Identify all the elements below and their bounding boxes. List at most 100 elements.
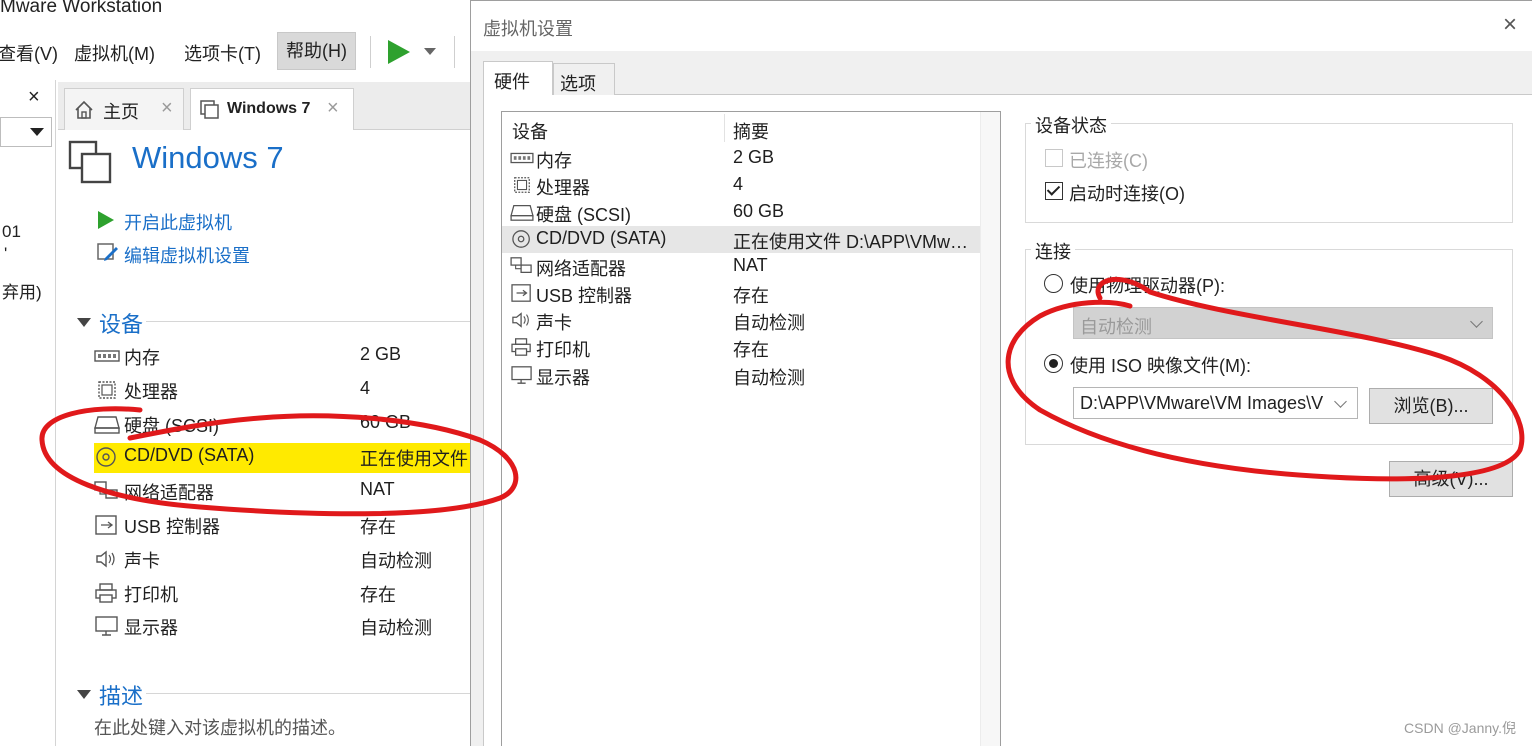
column-divider[interactable] (724, 114, 725, 142)
devices-heading[interactable]: 设备 (99, 307, 143, 339)
chevron-down-icon (1470, 315, 1483, 328)
power-on-icon[interactable] (98, 211, 114, 229)
advanced-button[interactable]: 高级(V)... (1389, 461, 1513, 497)
close-icon[interactable]: × (1503, 11, 1517, 39)
device-summary: 4 (360, 378, 371, 398)
device-row[interactable]: 网络适配器 NAT (94, 477, 472, 507)
vm-settings-dialog: 虚拟机设置 × 硬件 选项 设备 摘要 内存 2 GB 处理器 4 硬盘 (SC… (470, 0, 1532, 746)
connected-label: 已连接(C) (1069, 151, 1148, 171)
connect-at-power-on-label: 启动时连接(O) (1069, 184, 1185, 204)
menu-view[interactable]: 查看(V) (0, 40, 58, 66)
collapse-arrow-icon[interactable] (77, 318, 91, 327)
chevron-down-icon[interactable] (30, 128, 44, 136)
library-close-icon[interactable]: × (28, 86, 40, 109)
chevron-down-icon[interactable] (1334, 395, 1347, 408)
device-status-title: 设备状态 (1031, 112, 1111, 138)
vm-title: Windows 7 (132, 140, 284, 175)
hardware-summary: 2 GB (733, 147, 775, 167)
device-name: CD/DVD (SATA) (124, 445, 255, 465)
connected-checkbox[interactable] (1045, 149, 1063, 167)
column-header-device[interactable]: 设备 (512, 118, 548, 144)
library-item-fragment[interactable]: ' (4, 244, 7, 264)
section-divider (146, 321, 472, 322)
device-row[interactable]: 内存 2 GB (94, 342, 472, 372)
close-icon[interactable]: × (161, 97, 173, 120)
display-icon (95, 616, 118, 636)
usb-controller-icon (95, 515, 117, 535)
library-item-fragment[interactable]: 弃用) (2, 278, 42, 303)
device-row[interactable]: 硬盘 (SCSI) 60 GB (94, 410, 472, 440)
library-search-input[interactable] (0, 117, 52, 147)
network-adapter-icon (94, 481, 118, 499)
tab-hardware[interactable]: 硬件 (483, 61, 553, 95)
close-icon[interactable]: × (327, 97, 339, 120)
toolbar-separator (370, 36, 371, 68)
device-row[interactable]: USB 控制器 存在 (94, 511, 472, 541)
connection-title: 连接 (1031, 238, 1075, 264)
column-header-summary[interactable]: 摘要 (733, 118, 769, 144)
hardware-row[interactable]: 处理器 4 (502, 172, 980, 199)
iso-image-radio[interactable] (1044, 354, 1063, 373)
device-row-cd-dvd[interactable]: CD/DVD (SATA) 正在使用文件 (94, 443, 472, 473)
hardware-row[interactable]: 内存 2 GB (502, 145, 980, 172)
iso-path-combo[interactable]: D:\APP\VMware\VM Images\V (1073, 387, 1358, 419)
hardware-row[interactable]: 声卡 自动检测 (502, 307, 980, 334)
tab-windows-7[interactable]: Windows 7 × (190, 88, 354, 130)
menu-help[interactable]: 帮助(H) (277, 32, 356, 70)
hardware-name: USB 控制器 (536, 286, 633, 306)
collapse-arrow-icon[interactable] (77, 690, 91, 699)
power-on-icon[interactable] (388, 40, 410, 64)
hardware-name: 声卡 (536, 313, 572, 333)
hardware-name: 网络适配器 (536, 259, 626, 279)
hardware-list-scrollbar[interactable] (980, 112, 1000, 746)
checkmark-icon (1046, 182, 1061, 196)
description-heading[interactable]: 描述 (99, 679, 143, 711)
sound-card-icon (512, 312, 529, 328)
device-summary: 存在 (360, 517, 396, 537)
tab-options[interactable]: 选项 (553, 63, 615, 95)
device-row[interactable]: 显示器 自动检测 (94, 612, 472, 642)
processor-icon (98, 381, 116, 399)
memory-icon (510, 152, 534, 164)
hardware-name: 内存 (536, 151, 572, 171)
chevron-down-icon[interactable] (424, 48, 436, 55)
physical-drive-label: 使用物理驱动器(P): (1070, 276, 1225, 296)
watermark: CSDN @Janny.倪 (1404, 720, 1516, 736)
device-row[interactable]: 声卡 自动检测 (94, 545, 472, 575)
radio-selected-dot (1049, 359, 1058, 368)
hardware-row[interactable]: 显示器 自动检测 (502, 362, 980, 389)
menu-tabs[interactable]: 选项卡(T) (184, 40, 261, 66)
iso-path-value[interactable]: D:\APP\VMware\VM Images\V (1080, 393, 1330, 414)
hardware-row[interactable]: USB 控制器 存在 (502, 280, 980, 307)
memory-icon (94, 350, 120, 362)
tab-vm-label: Windows 7 (227, 100, 311, 117)
menu-vm[interactable]: 虚拟机(M) (74, 40, 155, 66)
device-name: 声卡 (124, 551, 160, 571)
edit-settings-icon[interactable] (96, 241, 120, 265)
physical-drive-select[interactable]: 自动检测 (1073, 307, 1493, 339)
hardware-row[interactable]: 网络适配器 NAT (502, 253, 980, 280)
connect-at-power-on-checkbox[interactable] (1045, 182, 1063, 200)
tab-options-label: 选项 (560, 74, 596, 94)
description-placeholder[interactable]: 在此处键入对该虚拟机的描述。 (94, 714, 346, 740)
edit-settings-link[interactable]: 编辑虚拟机设置 (124, 242, 250, 268)
toolbar-separator (454, 36, 455, 68)
device-row[interactable]: 打印机 存在 (94, 579, 472, 609)
hardware-summary: 正在使用文件 D:\APP\VMwar... (733, 232, 978, 252)
iso-image-label: 使用 ISO 映像文件(M): (1070, 356, 1251, 376)
hardware-name: 硬盘 (SCSI) (536, 205, 632, 225)
physical-drive-radio[interactable] (1044, 274, 1063, 293)
cd-dvd-icon (96, 447, 116, 467)
hardware-row[interactable]: 硬盘 (SCSI) 60 GB (502, 199, 980, 226)
device-row[interactable]: 处理器 4 (94, 376, 472, 406)
browse-button[interactable]: 浏览(B)... (1369, 388, 1493, 424)
power-on-link[interactable]: 开启此虚拟机 (124, 209, 232, 235)
device-summary: 自动检测 (360, 551, 432, 571)
tab-home[interactable]: 主页 × (64, 88, 184, 130)
hardware-row[interactable]: 打印机 存在 (502, 334, 980, 361)
hardware-row-selected[interactable]: CD/DVD (SATA) 正在使用文件 D:\APP\VMwar... (502, 226, 980, 253)
section-divider (146, 693, 472, 694)
device-name: 显示器 (124, 618, 178, 638)
library-item-fragment[interactable]: 01 (2, 222, 21, 242)
hardware-summary: 存在 (733, 286, 769, 306)
